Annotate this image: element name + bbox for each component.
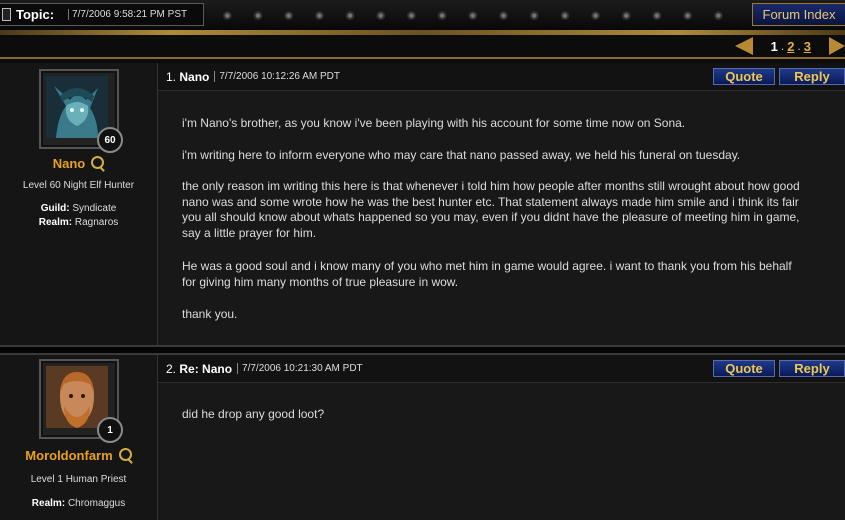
page-link-2[interactable]: 2 (787, 39, 794, 54)
pagination: 1 . 2 . 3 (734, 35, 845, 57)
post-body: i'm Nano's brother, as you know i've bee… (158, 91, 845, 345)
topic-icon (2, 8, 11, 21)
post-divider (0, 345, 845, 355)
character-search-icon[interactable] (118, 448, 132, 461)
author-class: Level 60 Night Elf Hunter (22, 180, 135, 191)
author-realm: Realm: Ragnaros (38, 217, 119, 228)
avatar: 60 (39, 69, 123, 153)
header-divider (0, 57, 845, 59)
forum-post: 60 Nano Level 60 Night Elf Hunter Guild:… (0, 63, 845, 345)
decorative-rivets (212, 6, 742, 22)
author-panel: 60 Nano Level 60 Night Elf Hunter Guild:… (0, 63, 158, 345)
author-guild: Guild: Syndicate (40, 203, 117, 214)
level-badge: 1 (97, 417, 123, 443)
reply-button[interactable]: Reply (779, 360, 845, 377)
night-elf-portrait-icon (46, 76, 108, 138)
post-body: did he drop any good loot? (158, 383, 845, 520)
quote-button[interactable]: Quote (713, 68, 775, 85)
ornamental-border (0, 30, 845, 35)
post-paragraph: i'm writing here to inform everyone who … (182, 148, 741, 162)
current-page: 1 (770, 38, 778, 54)
forum-post: 1 Moroldonfarm Level 1 Human Priest Real… (0, 355, 845, 520)
post-paragraph: did he drop any good loot? (182, 407, 325, 421)
author-name[interactable]: Nano (0, 155, 157, 171)
topic-label: Topic: (16, 7, 55, 22)
human-portrait-icon (46, 366, 108, 428)
post-date: 7/7/2006 10:12:26 AM PDT (214, 71, 340, 82)
character-search-icon[interactable] (91, 156, 105, 169)
author-realm: Realm: Chromaggus (31, 498, 126, 509)
post-paragraph: thank you. (182, 307, 238, 321)
post-paragraph: the only reason im writing this here is … (182, 179, 800, 240)
avatar: 1 (39, 359, 123, 443)
page-link-3[interactable]: 3 (804, 39, 811, 54)
reply-button[interactable]: Reply (779, 68, 845, 85)
post-header: 1. Nano 7/7/2006 10:12:26 AM PDT Quote R… (158, 63, 845, 91)
topic-date: 7/7/2006 9:58:21 PM PST (68, 9, 187, 20)
level-badge: 60 (97, 127, 123, 153)
topic-bar: Topic: 7/7/2006 9:58:21 PM PST Forum Ind… (0, 0, 845, 31)
post-paragraph: He was a good soul and i know many of yo… (182, 259, 792, 289)
post-title: 1. Nano (166, 69, 210, 84)
previous-page-arrow-icon[interactable] (734, 37, 753, 55)
post-date: 7/7/2006 10:21:30 AM PDT (237, 363, 363, 374)
forum-index-button[interactable]: Forum Index (752, 3, 845, 26)
post-paragraph: i'm Nano's brother, as you know i've bee… (182, 116, 686, 130)
author-name[interactable]: Moroldonfarm (0, 447, 157, 463)
author-panel: 1 Moroldonfarm Level 1 Human Priest Real… (0, 355, 158, 520)
post-header: 2. Re: Nano 7/7/2006 10:21:30 AM PDT Quo… (158, 355, 845, 383)
quote-button[interactable]: Quote (713, 360, 775, 377)
author-class: Level 1 Human Priest (30, 474, 127, 485)
post-title: 2. Re: Nano (166, 361, 233, 376)
next-page-arrow-icon[interactable] (829, 37, 845, 55)
topic-box: Topic: 7/7/2006 9:58:21 PM PST (0, 3, 204, 26)
